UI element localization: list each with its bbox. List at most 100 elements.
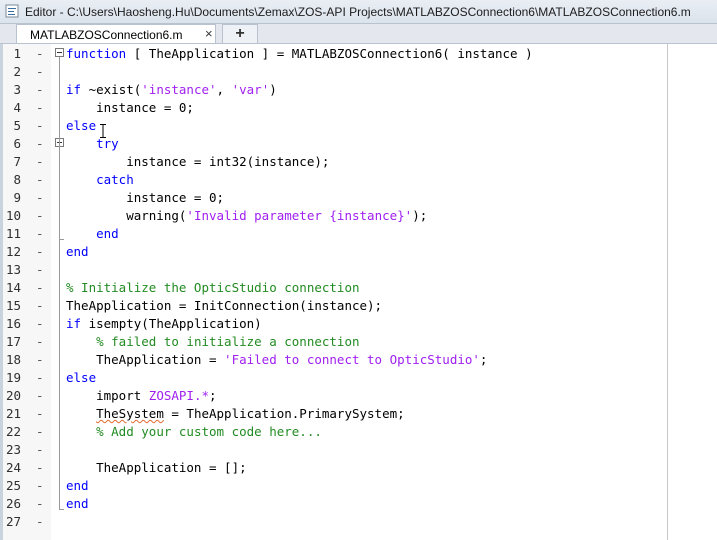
line-number: 13 [5, 262, 21, 277]
code-text: end [66, 243, 89, 261]
code-line[interactable]: 13- [3, 261, 717, 279]
matlab-editor-icon [5, 4, 19, 18]
code-line[interactable]: 21- TheSystem = TheApplication.PrimarySy… [3, 405, 717, 423]
code-text: instance = 0; [66, 189, 224, 207]
line-number: 1 [13, 46, 21, 61]
fold-guide-function [59, 57, 60, 509]
code-text: TheApplication = 'Failed to connect to O… [66, 351, 487, 369]
line-number: 17 [5, 334, 21, 349]
breakpoint-marker[interactable]: - [36, 441, 44, 459]
code-line[interactable]: 26- end [3, 495, 717, 513]
breakpoint-marker[interactable]: - [36, 459, 44, 477]
code-text: warning('Invalid parameter {instance}'); [66, 207, 427, 225]
breakpoint-marker[interactable]: - [36, 387, 44, 405]
breakpoint-marker[interactable]: - [36, 135, 44, 153]
breakpoint-marker[interactable]: - [36, 423, 44, 441]
code-text: import ZOSAPI.*; [66, 387, 217, 405]
breakpoint-marker[interactable]: - [36, 477, 44, 495]
breakpoint-marker[interactable]: - [36, 153, 44, 171]
breakpoint-marker[interactable]: - [36, 297, 44, 315]
breakpoint-marker[interactable]: - [36, 333, 44, 351]
code-token: TheSystem [96, 406, 164, 421]
line-number: 18 [5, 352, 21, 367]
code-text: % failed to initialize a connection [66, 333, 359, 351]
breakpoint-marker[interactable]: - [36, 225, 44, 243]
code-token: catch [96, 172, 134, 187]
code-token: ) [269, 82, 277, 97]
breakpoint-marker[interactable]: - [36, 171, 44, 189]
code-line[interactable]: 23- [3, 441, 717, 459]
line-number: 4 [13, 100, 21, 115]
line-number: 23 [5, 442, 21, 457]
line-number: 3 [13, 82, 21, 97]
code-line[interactable]: 11- end [3, 225, 717, 243]
code-line[interactable]: 6- try [3, 135, 717, 153]
code-text: TheApplication = InitConnection(instance… [66, 297, 382, 315]
code-line[interactable]: 9- instance = 0; [3, 189, 717, 207]
code-line[interactable]: 22- % Add your custom code here... [3, 423, 717, 441]
code-line[interactable]: 14- % Initialize the OpticStudio connecti… [3, 279, 717, 297]
code-token: else [66, 118, 97, 133]
breakpoint-marker[interactable]: - [36, 189, 44, 207]
line-number: 10 [5, 208, 21, 223]
code-line[interactable]: 24- TheApplication = []; [3, 459, 717, 477]
close-icon[interactable]: × [205, 27, 213, 41]
code-token: if [66, 82, 82, 97]
code-line[interactable]: 5- else [3, 117, 717, 135]
breakpoint-marker[interactable]: - [36, 243, 44, 261]
code-line[interactable]: 18- TheApplication = 'Failed to connect … [3, 351, 717, 369]
code-line[interactable]: 2- [3, 63, 717, 81]
line-number: 6 [13, 136, 21, 151]
breakpoint-marker[interactable]: - [36, 99, 44, 117]
code-line[interactable]: 8- catch [3, 171, 717, 189]
code-line[interactable]: 27- [3, 513, 717, 531]
breakpoint-marker[interactable]: - [36, 45, 44, 63]
breakpoint-marker[interactable]: - [36, 513, 44, 531]
code-editor[interactable]: 1- function [ TheApplication ] = MATLABZO… [3, 44, 717, 540]
line-number: 24 [5, 460, 21, 475]
tab-matlabzosconnection6[interactable]: MATLABZOSConnection6.m × [16, 24, 216, 43]
code-line[interactable]: 17- % failed to initialize a connection [3, 333, 717, 351]
code-text: catch [66, 171, 134, 189]
code-line[interactable]: 16- if isempty(TheApplication) [3, 315, 717, 333]
window-titlebar: Editor - C:\Users\Haosheng.Hu\Documents\… [0, 0, 717, 24]
code-token: ; [209, 388, 217, 403]
code-text: instance = int32(instance); [66, 153, 329, 171]
line-number: 15 [5, 298, 21, 313]
code-token: end [66, 496, 89, 511]
code-line[interactable]: 10- warning('Invalid parameter {instance… [3, 207, 717, 225]
code-line[interactable]: 20- import ZOSAPI.*; [3, 387, 717, 405]
breakpoint-marker[interactable]: - [36, 63, 44, 81]
code-line[interactable]: 12- end [3, 243, 717, 261]
code-text: if isempty(TheApplication) [66, 315, 262, 333]
breakpoint-marker[interactable]: - [36, 117, 44, 135]
code-text: try [66, 135, 119, 153]
breakpoint-marker[interactable]: - [36, 405, 44, 423]
code-line[interactable]: 7- instance = int32(instance); [3, 153, 717, 171]
code-token: ; [479, 352, 488, 367]
add-tab-button[interactable]: + [222, 24, 258, 43]
breakpoint-marker[interactable]: - [36, 315, 44, 333]
code-token: else [66, 370, 97, 385]
code-line[interactable]: 25- end [3, 477, 717, 495]
tab-label: MATLABZOSConnection6.m [30, 28, 183, 42]
breakpoint-marker[interactable]: - [36, 207, 44, 225]
breakpoint-marker[interactable]: - [36, 351, 44, 369]
code-token: import [66, 388, 149, 403]
code-line[interactable]: 15- TheApplication = InitConnection(insta… [3, 297, 717, 315]
breakpoint-marker[interactable]: - [36, 81, 44, 99]
line-number: 12 [5, 244, 21, 259]
fold-minus-icon[interactable] [55, 48, 64, 57]
code-line[interactable]: 3- if ~exist('instance', 'var') [3, 81, 717, 99]
breakpoint-marker[interactable]: - [36, 261, 44, 279]
breakpoint-marker[interactable]: - [36, 279, 44, 297]
code-line[interactable]: 19- else [3, 369, 717, 387]
code-line[interactable]: 4- instance = 0; [3, 99, 717, 117]
code-line[interactable]: 1- function [ TheApplication ] = MATLABZO… [3, 45, 717, 63]
code-token: ZOSAPI.* [148, 388, 210, 403]
code-text: end [66, 477, 89, 495]
breakpoint-marker[interactable]: - [36, 369, 44, 387]
breakpoint-marker[interactable]: - [36, 495, 44, 513]
fold-guide-try [59, 147, 60, 239]
